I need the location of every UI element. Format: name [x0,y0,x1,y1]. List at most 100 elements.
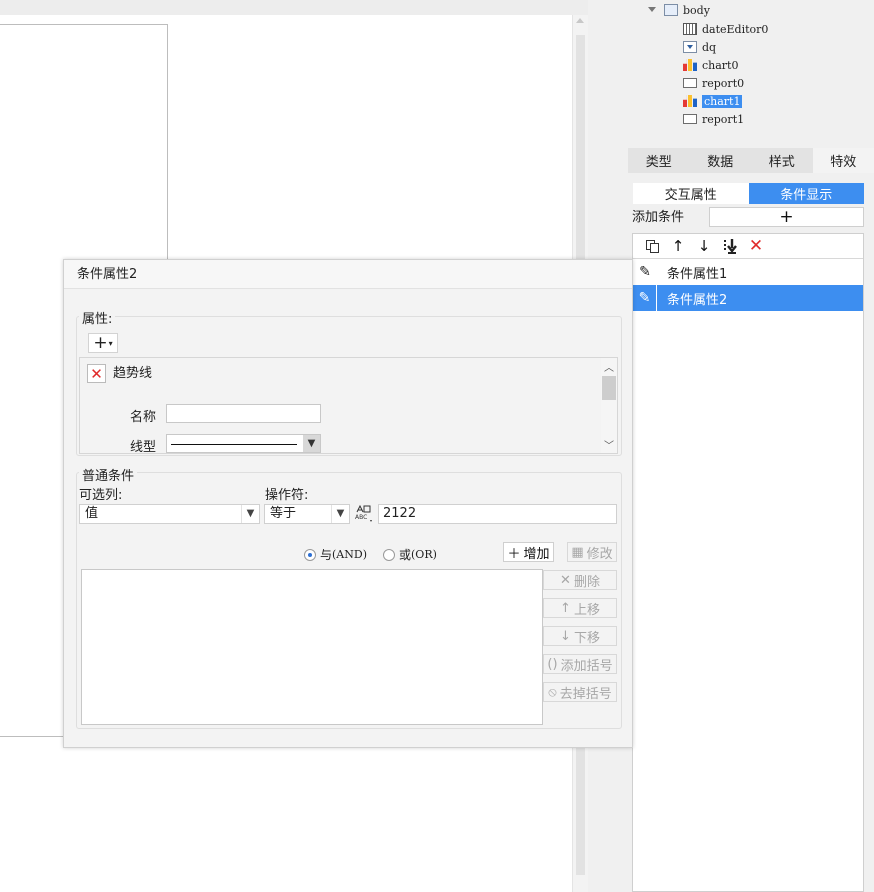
tree-item-dateeditor0[interactable]: dateEditor0 [683,20,768,38]
tree-item-label: dq [702,40,717,54]
normal-condition-title: 普通条件 [79,465,138,484]
add-attribute-button[interactable]: + ▾ [88,333,118,353]
tree-item-label: chart1 [702,94,743,108]
scroll-thumb[interactable] [602,376,616,400]
remove-parenthesis-button[interactable]: ⦸ 去掉括号 [543,682,617,702]
tree-item-label: dateEditor0 [702,22,769,36]
delete-button[interactable]: ✕ 删除 [543,570,617,590]
delete-condition-button[interactable]: ✕ [743,235,769,257]
svg-text:ABC: ABC [355,514,367,521]
condition-list: ↑ ↓ ✕ ✎ 条件属性1 ✎ 条件属性2 [632,233,864,892]
dropdown-icon [683,41,697,53]
subtab-condition-display[interactable]: 条件显示 [748,183,864,204]
chevron-up-icon[interactable]: ︿ [604,359,614,374]
subtab-interaction[interactable]: 交互属性 [633,183,749,204]
column-select[interactable]: 值 ▼ [79,504,260,524]
move-down-button[interactable]: ↓ 下移 [543,626,617,646]
arrow-down-icon: ↓ [697,237,711,255]
pencil-icon: ✎ [633,285,657,311]
operator-select[interactable]: 等于 ▼ [264,504,350,524]
move-up-label: 上移 [573,602,600,618]
tree-item-label: report0 [702,76,745,90]
or-code: (OR) [411,548,437,561]
report-icon [683,114,697,124]
scroll-up-icon[interactable] [576,18,584,23]
chevron-down-icon[interactable]: ﹀ [604,437,614,452]
chart-icon [683,95,697,107]
move-bottom-button[interactable] [717,235,743,257]
add-condition-button[interactable]: + [709,207,864,227]
parenthesis-icon: () [547,656,558,672]
plus-icon: ＋ [507,546,521,562]
properties-panel: body dateEditor0 dq chart0 report0 chart… [628,0,874,892]
move-up-button[interactable]: ↑ 上移 [543,598,617,618]
plus-icon: + [93,333,108,353]
attribute-group-title: 属性: [79,308,116,327]
delete-button-label: 删除 [573,574,600,590]
tree-item-report0[interactable]: report0 [683,74,744,92]
modify-button[interactable]: ▦ 修改 [567,542,617,562]
copy-button[interactable] [639,235,665,257]
close-icon: ✕ [748,236,764,256]
and-label: 与 [320,548,333,562]
attribute-name: 趋势线 [113,366,153,381]
add-parenthesis-button[interactable]: () 添加括号 [543,654,617,674]
chevron-down-icon: ▾ [108,338,113,348]
close-icon: ✕ [560,572,571,588]
abc-type-icon: ABC [355,504,372,522]
value-type-button[interactable]: ABC [354,504,374,524]
add-button-label: 增加 [523,546,550,562]
tree-item-dq[interactable]: dq [683,38,716,56]
move-down-button[interactable]: ↓ [691,235,717,257]
chevron-down-icon[interactable]: ▼ [331,505,349,523]
tab-style[interactable]: 样式 [751,148,813,173]
move-up-button[interactable]: ↑ [665,235,691,257]
tree-item-chart0[interactable]: chart0 [683,56,738,74]
chevron-down-icon[interactable]: ▼ [241,505,259,523]
edit-icon: ▦ [571,544,584,560]
canvas-widget-header[interactable] [0,24,168,90]
report-icon [683,78,697,88]
arrow-up-icon: ↑ [560,600,571,616]
calendar-icon [683,23,697,35]
condition-property-dialog: 条件属性2 属性: + ▾ ✕ 趋势线 ︿ ﹀ 名称 线型 ▼ 普通条件 可选列:… [63,259,633,748]
attribute-scrollbar[interactable]: ︿ ﹀ [601,358,617,453]
condition-item-1[interactable]: ✎ 条件属性1 [633,259,863,285]
close-icon: ✕ [90,364,103,383]
canvas-top-strip [0,0,588,15]
canvas-divider [0,736,64,737]
tab-type[interactable]: 类型 [628,148,690,173]
line-type-select[interactable]: ▼ [166,434,321,453]
chevron-down-icon[interactable]: ▼ [303,435,320,452]
condition-item-label: 条件属性2 [667,292,728,308]
tab-data[interactable]: 数据 [690,148,752,173]
or-label: 或 [399,548,412,562]
condition-value-input[interactable]: 2122 [378,504,617,524]
name-label: 名称 [130,410,157,425]
move-bottom-icon [724,239,737,254]
and-radio[interactable]: 与 (AND) [304,546,367,563]
dialog-title: 条件属性2 [64,260,632,289]
copy-icon [645,239,659,253]
tree-item-chart1[interactable]: chart1 [683,92,743,110]
add-button[interactable]: ＋增加 [503,542,554,562]
remove-parenthesis-label: 去掉括号 [559,686,612,702]
delete-attribute-button[interactable]: ✕ [87,364,106,383]
pencil-icon: ✎ [639,264,651,280]
modify-button-label: 修改 [586,546,613,562]
tab-effects[interactable]: 特效 [812,148,874,173]
condition-toolbar: ↑ ↓ ✕ [633,234,863,259]
tree-item-label: chart0 [702,58,739,72]
trendline-name-input[interactable] [166,404,321,423]
tree-item-label: report1 [702,112,745,126]
condition-item-2[interactable]: ✎ 条件属性2 [633,285,863,311]
and-code: (AND) [332,548,367,561]
tree-item-body[interactable]: body [664,1,710,19]
or-radio[interactable]: 或 (OR) [383,546,437,563]
chart-icon [683,59,697,71]
radio-unchecked-icon [383,548,395,561]
condition-expression-list[interactable] [81,569,543,725]
tree-expand-icon[interactable] [648,7,656,12]
tree-item-report1[interactable]: report1 [683,110,744,128]
arrow-down-icon: ↓ [560,628,571,644]
